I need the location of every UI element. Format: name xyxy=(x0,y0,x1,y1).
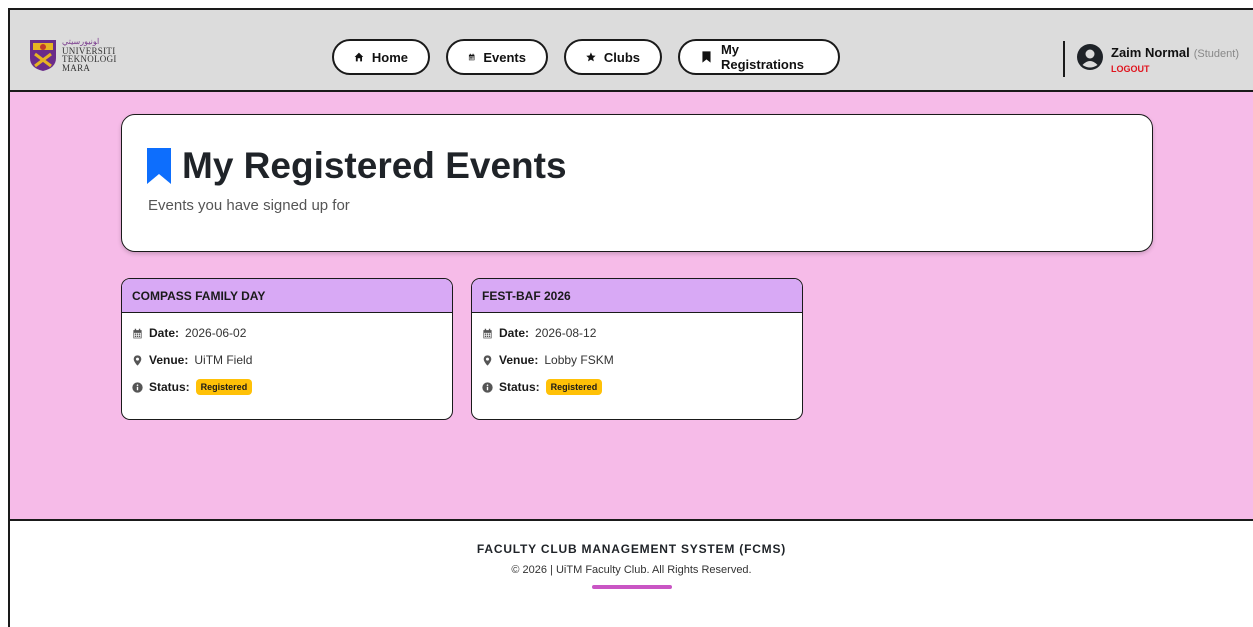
logo-text: ﺍﻮﻧﻴﻮﺭﺳﻴﺘﻲ UNIVERSITI TEKNOLOGI MARA xyxy=(62,37,117,73)
footer: FACULTY CLUB MANAGEMENT SYSTEM (FCMS) © … xyxy=(10,521,1253,627)
crest-icon xyxy=(28,38,58,72)
main-nav: Home Events Clubs My Registrations xyxy=(332,39,840,75)
event-title: FEST-BAF 2026 xyxy=(472,279,802,313)
calendar-icon xyxy=(483,328,492,338)
event-venue-row: Venue: Lobby FSKM xyxy=(482,352,792,368)
page-header-card: My Registered Events Events you have sig… xyxy=(121,114,1153,252)
event-venue: Lobby FSKM xyxy=(544,353,614,367)
status-badge: Registered xyxy=(195,379,253,395)
main-content: My Registered Events Events you have sig… xyxy=(10,92,1253,521)
footer-title: FACULTY CLUB MANAGEMENT SYSTEM (FCMS) xyxy=(476,542,787,556)
page-title-row: My Registered Events xyxy=(146,145,567,187)
bookmark-icon xyxy=(147,148,171,184)
map-marker-icon xyxy=(483,354,492,366)
status-badge: Registered xyxy=(545,379,603,395)
event-date-row: Date: 2026-06-02 xyxy=(132,325,442,341)
event-venue-row: Venue: UiTM Field xyxy=(132,352,442,368)
page-subtitle: Events you have signed up for xyxy=(148,197,350,214)
event-title: COMPASS FAMILY DAY xyxy=(122,279,452,313)
bookmark-icon xyxy=(702,51,711,63)
event-card: COMPASS FAMILY DAY Date: 2026-06-02 Venue… xyxy=(121,278,453,420)
map-marker-icon xyxy=(133,354,142,366)
calendar-icon xyxy=(133,328,142,338)
event-date-row: Date: 2026-08-12 xyxy=(482,325,792,341)
event-status-row: Status: Registered xyxy=(132,379,442,395)
user-name: Zaim Normal xyxy=(1111,45,1190,60)
event-date: 2026-08-12 xyxy=(535,326,597,340)
navbar: ﺍﻮﻧﻴﻮﺭﺳﻴﺘﻲ UNIVERSITI TEKNOLOGI MARA Hom… xyxy=(10,10,1253,92)
event-date: 2026-06-02 xyxy=(185,326,247,340)
nav-clubs-button[interactable]: Clubs xyxy=(564,39,662,75)
uitm-logo[interactable]: ﺍﻮﻧﻴﻮﺭﺳﻴﺘﻲ UNIVERSITI TEKNOLOGI MARA xyxy=(28,37,117,73)
nav-my-registrations-button[interactable]: My Registrations xyxy=(678,39,840,75)
nav-events-button[interactable]: Events xyxy=(446,39,548,75)
logout-link[interactable]: LOGOUT xyxy=(1111,64,1239,74)
app-frame: ﺍﻮﻧﻴﻮﺭﺳﻴﺘﻲ UNIVERSITI TEKNOLOGI MARA Hom… xyxy=(8,8,1253,627)
event-card: FEST-BAF 2026 Date: 2026-08-12 Venue: Lobb… xyxy=(471,278,803,420)
info-circle-icon xyxy=(482,381,493,393)
user-role: (Student) xyxy=(1193,48,1239,60)
nav-home-button[interactable]: Home xyxy=(332,39,430,75)
page-title: My Registered Events xyxy=(182,145,567,186)
footer-copyright: © 2026 | UiTM Faculty Club. All Rights R… xyxy=(511,564,752,576)
user-info: Zaim Normal (Student) LOGOUT xyxy=(1111,44,1239,74)
calendar-icon xyxy=(468,53,475,61)
footer-accent-bar xyxy=(591,585,672,589)
star-icon xyxy=(586,52,596,62)
user-menu: Zaim Normal (Student) LOGOUT xyxy=(1063,41,1239,77)
event-status-row: Status: Registered xyxy=(482,379,792,395)
info-circle-icon xyxy=(132,381,143,393)
home-icon xyxy=(354,52,364,62)
user-avatar-icon[interactable] xyxy=(1077,43,1103,75)
event-venue: UiTM Field xyxy=(194,353,253,367)
